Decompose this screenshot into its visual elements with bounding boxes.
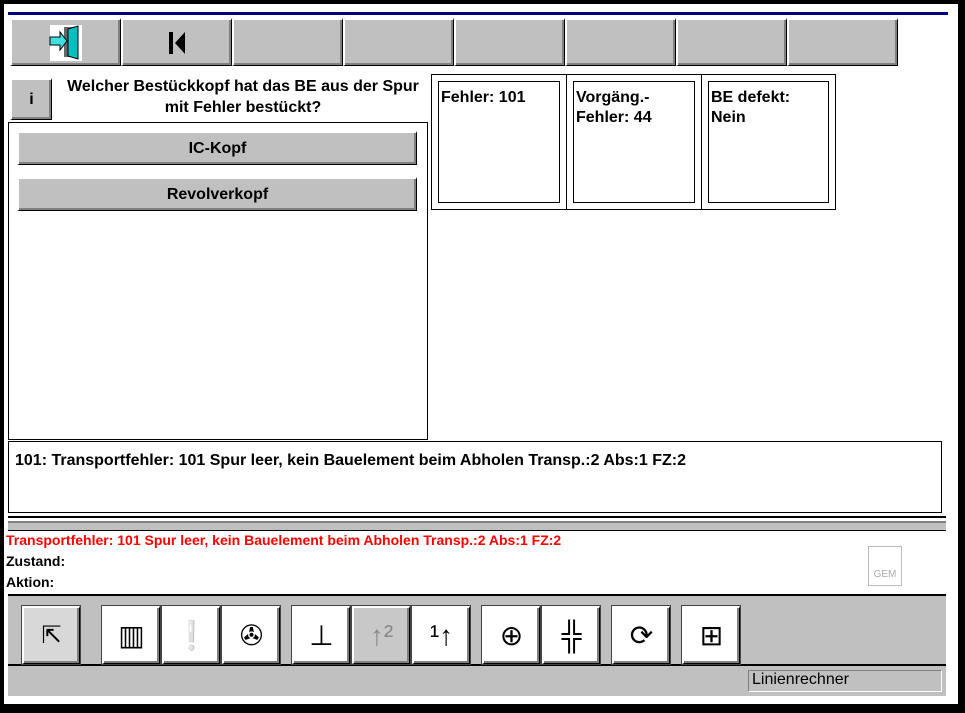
aktion-label: Aktion: (6, 574, 55, 590)
bottom-toolbar: ⇱ ▥ ❕ ✇ ⊥ ↑² ¹↑ ⊕ ╬ ⟳ ⊞ (8, 594, 946, 666)
info-button[interactable]: i (10, 78, 52, 120)
answer-panel: IC-Kopf Revolverkopf (8, 122, 428, 440)
toolbar-button-8[interactable] (787, 18, 898, 66)
error-number: Fehler: 101 (438, 81, 560, 203)
title-bar (8, 12, 948, 15)
camera-add-icon[interactable]: ⊕ (482, 606, 540, 664)
exit-button[interactable] (10, 18, 121, 66)
gem-mail-icon[interactable]: GEM (868, 546, 902, 586)
reel-icon[interactable]: ✇ (222, 606, 280, 664)
placement-head-icon[interactable]: ⊥ (292, 606, 350, 664)
question-text: Welcher Bestückkopf hat das BE aus der S… (67, 78, 419, 116)
answer-revolverkopf-button[interactable]: Revolverkopf (17, 177, 417, 211)
error-line: Transportfehler: 101 Spur leer, kein Bau… (6, 532, 562, 548)
rotate-head-icon[interactable]: ⟳ (612, 606, 670, 664)
alert-icon[interactable]: ❕ (162, 606, 220, 664)
error-message: 101: Transportfehler: 101 Spur leer, kei… (8, 441, 942, 513)
previous-errors-card: Vorgäng.- Fehler: 44 (566, 74, 702, 210)
be-defect-card: BE defekt: Nein (701, 74, 836, 210)
error-card: Fehler: 101 (431, 74, 567, 210)
exit-door-icon (49, 24, 82, 61)
toolbar-button-7[interactable] (676, 18, 787, 66)
line-computer-icon[interactable]: ⊞ (682, 606, 740, 664)
feeder-list-icon[interactable]: ▥ (102, 606, 160, 664)
main-window: i Welcher Bestückkopf hat das BE aus der… (4, 4, 958, 704)
skip-back-icon (169, 31, 185, 54)
previous-errors: Vorgäng.- Fehler: 44 (573, 81, 695, 203)
status-bar: Linienrechner (8, 666, 946, 696)
top-toolbar (10, 18, 916, 68)
toolbar-button-3[interactable] (232, 18, 343, 66)
be-defect: BE defekt: Nein (708, 81, 829, 203)
component-center-icon[interactable]: ╬ (542, 606, 600, 664)
zustand-label: Zustand: (6, 553, 66, 569)
toolbar-button-4[interactable] (343, 18, 454, 66)
select-cursor-icon[interactable]: ⇱ (22, 606, 80, 664)
toolbar-button-5[interactable] (454, 18, 565, 66)
transport-2-icon[interactable]: ↑² (352, 606, 410, 664)
skip-back-button[interactable] (121, 18, 232, 66)
splitter[interactable] (8, 516, 946, 531)
toolbar-button-6[interactable] (565, 18, 676, 66)
transport-1-icon[interactable]: ¹↑ (412, 606, 470, 664)
status-field: Linienrechner (748, 670, 942, 692)
answer-ic-kopf-button[interactable]: IC-Kopf (17, 131, 417, 165)
